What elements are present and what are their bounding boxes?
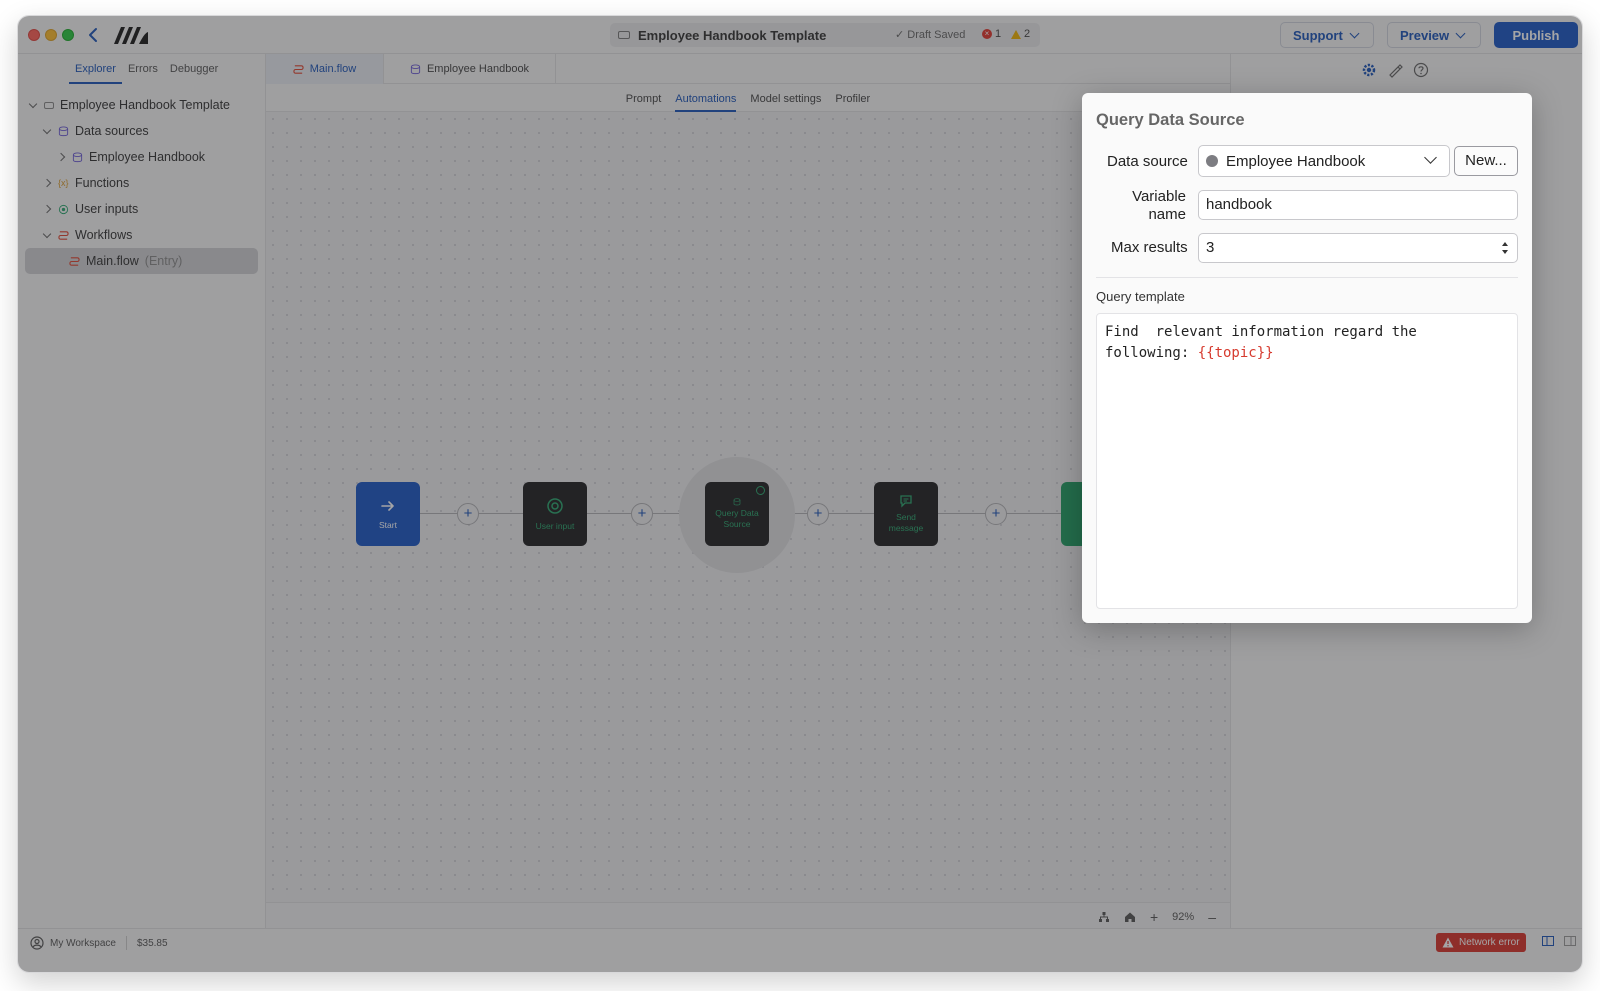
variable-name-input[interactable]: handbook [1198,190,1518,220]
data-source-value: Employee Handbook [1226,152,1366,170]
variable-name-label: Variable name [1130,188,1186,224]
query-data-source-dialog: Query Data Source Data source Employee H… [1082,93,1532,623]
variable-name-label-line1: Variable [1132,188,1186,205]
stepper-arrows-icon[interactable] [1501,240,1509,256]
data-source-label: Data source [1107,153,1188,170]
variable-name-label-line2: name [1148,206,1186,223]
data-source-select[interactable]: Employee Handbook [1198,145,1450,177]
query-template-editor[interactable]: Find relevant information regard the fol… [1096,313,1518,609]
new-data-source-button[interactable]: New... [1454,146,1518,176]
max-results-value: 3 [1206,239,1215,256]
max-results-label: Max results [1111,239,1188,256]
max-results-stepper[interactable]: 3 [1198,233,1518,263]
dialog-title: Query Data Source [1096,111,1245,129]
data-source-icon [1206,155,1218,167]
query-template-label: Query template [1096,289,1185,304]
chevron-down-icon [1424,151,1437,164]
divider [1096,277,1518,278]
template-variable: {{topic}} [1197,345,1274,361]
